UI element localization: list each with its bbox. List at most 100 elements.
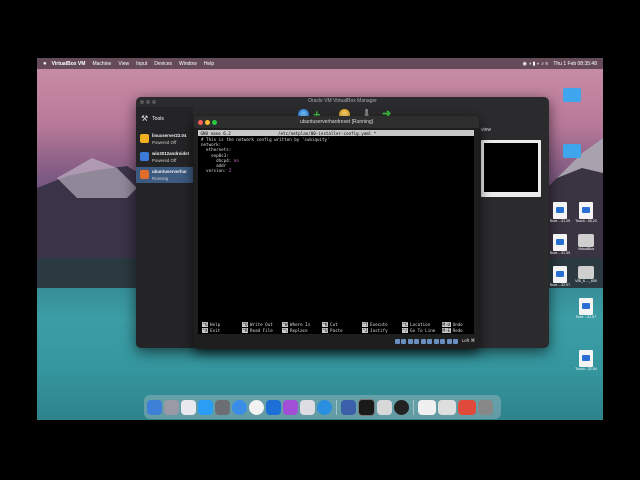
shortcut-label: Where Is bbox=[290, 322, 311, 327]
vm-item-win2012[interactable]: win2012androidst Powered Off bbox=[136, 149, 193, 165]
nano-shortcut: ^\ Replace bbox=[282, 328, 314, 333]
desktop-file[interactable]: Touch...06.23 bbox=[573, 202, 599, 223]
teamviewer-icon[interactable] bbox=[266, 399, 281, 415]
notes-icon[interactable] bbox=[300, 399, 315, 415]
chrome-icon[interactable] bbox=[232, 399, 247, 415]
recent-window-icon[interactable] bbox=[418, 399, 436, 415]
recording-icon[interactable] bbox=[440, 338, 446, 344]
desktop-file[interactable]: Touch...32.54 bbox=[573, 350, 599, 371]
vm-name: linuxserver22.04 bbox=[152, 133, 187, 138]
finder-icon[interactable] bbox=[147, 399, 162, 415]
podcasts-icon[interactable] bbox=[283, 399, 298, 415]
calendar-icon[interactable] bbox=[181, 399, 196, 415]
vm-item-linuxserver[interactable]: linuxserver22.04 Powered Off bbox=[136, 131, 193, 147]
drive-icon bbox=[578, 266, 594, 279]
network-icon[interactable] bbox=[414, 338, 420, 344]
disk-icon[interactable] bbox=[394, 338, 400, 344]
optical-icon[interactable] bbox=[401, 338, 407, 344]
recent-window-icon[interactable] bbox=[438, 399, 456, 415]
trash-icon[interactable] bbox=[478, 399, 493, 415]
nano-shortcut: ^X Exit bbox=[202, 328, 234, 333]
desktop-file[interactable]: Scre....32.07 bbox=[547, 266, 573, 287]
recent-window-icon[interactable] bbox=[458, 399, 476, 415]
audio-icon[interactable] bbox=[407, 338, 413, 344]
usb-icon[interactable] bbox=[420, 338, 426, 344]
line-text: version: bbox=[201, 168, 229, 174]
file-label: Touch...06.23 bbox=[575, 219, 597, 223]
desktop-file[interactable]: Scre....31.29 bbox=[547, 202, 573, 223]
display-icon[interactable] bbox=[433, 338, 439, 344]
shortcut-label: Cut bbox=[330, 322, 338, 327]
shortcut-key: ^T bbox=[362, 322, 369, 327]
shortcut-label: Undo bbox=[452, 322, 463, 327]
file-label: VirtualBox bbox=[577, 247, 595, 251]
vm-item-ubuntuserver[interactable]: ubuntuserverhar Running bbox=[136, 167, 193, 183]
line-value: no bbox=[233, 157, 239, 163]
terminal-icon[interactable] bbox=[358, 398, 375, 416]
shortcut-key: ^R bbox=[242, 328, 249, 333]
menu-view[interactable]: View bbox=[118, 61, 129, 67]
cpu-icon[interactable] bbox=[446, 338, 452, 344]
desktop-file[interactable]: Scre....31.39 bbox=[547, 234, 573, 255]
shared-folder-icon[interactable] bbox=[427, 338, 433, 344]
nano-shortcut: ^C Location bbox=[402, 322, 434, 327]
host-key-label: Left ⌘ bbox=[461, 338, 475, 343]
vm-console-window: ubuntuserverhardreset [Running] GNU nano… bbox=[194, 116, 479, 349]
tools-item[interactable]: ⚒ Tools bbox=[141, 114, 164, 123]
status-icons[interactable]: ◉ ◑ ▮ ◐ ⌕ ≡ bbox=[523, 61, 549, 67]
nano-shortcut: M-U Undo bbox=[442, 322, 474, 327]
vm-state: Powered Off bbox=[152, 140, 177, 145]
document-icon bbox=[553, 234, 567, 251]
zoom-button[interactable] bbox=[152, 100, 156, 104]
zoom-button[interactable] bbox=[212, 120, 217, 125]
preview-icon[interactable] bbox=[377, 399, 392, 415]
close-button[interactable] bbox=[198, 120, 203, 125]
desktop-file[interactable]: Scre....31.07 bbox=[573, 298, 599, 319]
folder-icon bbox=[563, 144, 581, 158]
minimize-button[interactable] bbox=[205, 120, 210, 125]
close-button[interactable] bbox=[140, 100, 144, 104]
opera-icon[interactable] bbox=[249, 399, 264, 415]
nano-shortcut: M-E Redo bbox=[442, 328, 474, 333]
app-store-icon[interactable] bbox=[198, 399, 213, 415]
shortcut-key: ^/ bbox=[402, 328, 409, 333]
vm-name: ubuntuserverhar bbox=[152, 169, 187, 174]
terminal-line: version: 2 bbox=[201, 168, 231, 173]
line-value: 2 bbox=[228, 168, 232, 174]
nano-shortcut: ^R Read File bbox=[242, 328, 274, 333]
tools-label: Tools bbox=[152, 115, 164, 122]
drive-icon bbox=[578, 234, 594, 247]
shortcut-label: Write Out bbox=[250, 322, 273, 327]
shortcut-label: Read File bbox=[250, 328, 273, 333]
desktop-folder[interactable] bbox=[559, 88, 585, 102]
menubar-app-name[interactable]: VirtualBox VM bbox=[52, 61, 86, 67]
menu-help[interactable]: Help bbox=[204, 61, 214, 67]
terminal-screen[interactable]: GNU nano 6.2 /etc/netplan/00-installer-c… bbox=[198, 130, 474, 334]
launchpad-icon[interactable] bbox=[164, 399, 179, 415]
menubar-clock[interactable]: Thu 1 Feb 08:35:48 bbox=[553, 61, 597, 67]
vm-os-icon bbox=[140, 152, 149, 161]
dock-separator bbox=[413, 399, 414, 415]
menu-input[interactable]: Input bbox=[136, 61, 147, 67]
nano-shortcut: ^/Go To Line bbox=[402, 328, 435, 333]
menu-devices[interactable]: Devices bbox=[154, 61, 172, 67]
file-label: Scre....31.07 bbox=[575, 315, 597, 319]
tools-icon: ⚒ bbox=[141, 114, 149, 123]
system-settings-icon[interactable] bbox=[215, 399, 230, 415]
edge-icon[interactable] bbox=[317, 399, 332, 415]
menu-machine[interactable]: Machine bbox=[92, 61, 111, 67]
desktop-drive[interactable]: VirtualBox bbox=[573, 234, 599, 251]
mouse-icon[interactable] bbox=[453, 338, 459, 344]
vm-state: Powered Off bbox=[152, 158, 177, 163]
desktop: ● VirtualBox VM Machine View Input Devic… bbox=[37, 58, 603, 420]
minimize-button[interactable] bbox=[146, 100, 150, 104]
desktop-folder[interactable] bbox=[559, 144, 585, 158]
vm-state: Running bbox=[152, 176, 169, 181]
apple-icon[interactable]: ● bbox=[43, 61, 47, 67]
virtualbox-icon[interactable] bbox=[341, 399, 356, 415]
github-icon[interactable] bbox=[394, 399, 409, 415]
shortcut-key: ^O bbox=[242, 322, 249, 327]
menu-window[interactable]: Window bbox=[179, 61, 197, 67]
desktop-drive[interactable]: VBI_6...._659 bbox=[573, 266, 599, 283]
vm-window-title: ubuntuserverhardreset [Running] bbox=[194, 116, 479, 128]
